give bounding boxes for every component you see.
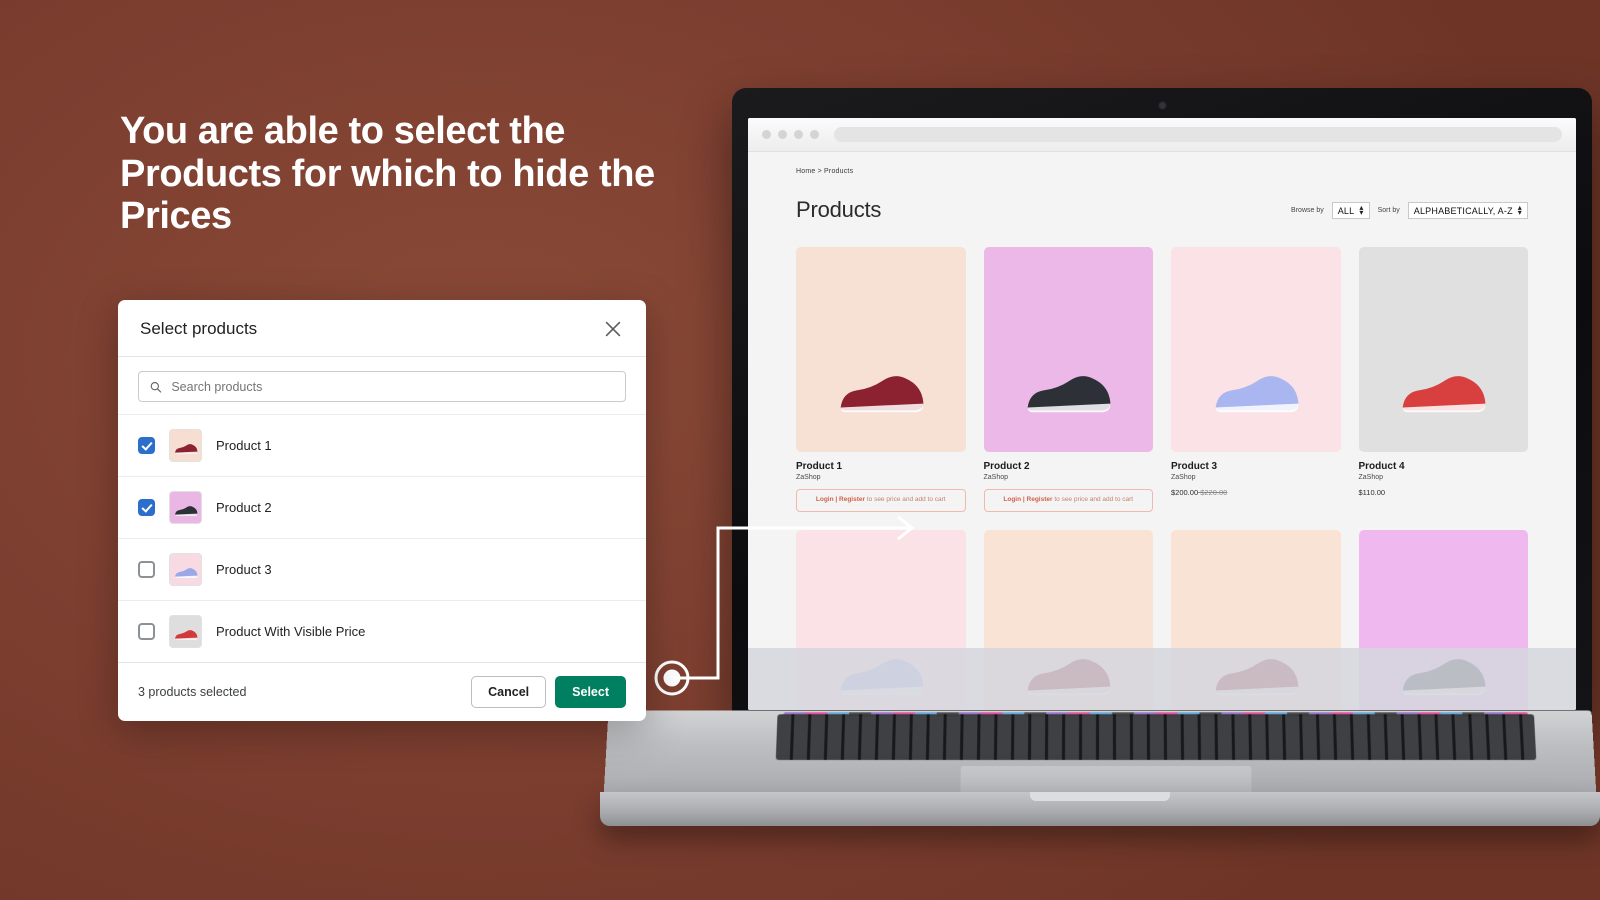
search-icon <box>150 381 162 393</box>
product-checkbox[interactable] <box>138 499 155 516</box>
product-list-item-label: Product 1 <box>216 438 272 453</box>
product-price: $110.00 <box>1358 488 1386 497</box>
login-to-see-price-notice[interactable]: Login | Register to see price and add to… <box>983 489 1153 512</box>
collection-filters: Browse by ALL ▴ ▾ Sort by ALPHABETICALLY,… <box>1291 202 1528 223</box>
product-list-item[interactable]: Product 2 <box>118 476 646 538</box>
product-list-item[interactable]: Product 1 <box>118 414 646 476</box>
shoe-illustration-icon <box>174 505 197 516</box>
window-dot-icon[interactable] <box>762 130 771 139</box>
selected-count: 3 products selected <box>138 685 247 699</box>
product-thumbnail <box>169 553 202 586</box>
product-checkbox[interactable] <box>138 561 155 578</box>
laptop-base <box>600 700 1600 828</box>
product-thumbnail <box>169 491 202 524</box>
product-card[interactable]: Product 2 ZaShop Login | Register to see p… <box>983 247 1154 512</box>
page-title: Products <box>796 197 882 222</box>
product-name[interactable]: Product 4 <box>1359 461 1529 472</box>
product-image[interactable] <box>1171 247 1341 452</box>
product-name[interactable]: Product 2 <box>984 461 1154 472</box>
laptop-notch <box>1030 792 1170 801</box>
browse-by-value: ALL <box>1337 205 1355 216</box>
modal-actions: Cancel Select <box>471 676 626 708</box>
product-vendor: ZaShop <box>983 474 1009 481</box>
login-to-see-price-notice[interactable]: Login | Register to see price and add to… <box>796 489 966 512</box>
product-thumbnail <box>169 429 202 462</box>
modal-footer: 3 products selected Cancel Select <box>118 662 646 721</box>
laptop-deck <box>603 710 1597 799</box>
select-button[interactable]: Select <box>555 676 626 708</box>
product-vendor: ZaShop <box>796 474 821 481</box>
collection-header: Products Browse by ALL ▴ ▾ Sort by ALPHAB… <box>796 197 1528 223</box>
breadcrumb[interactable]: Home > Products <box>796 168 1528 175</box>
search-field[interactable] <box>138 371 626 402</box>
cancel-button[interactable]: Cancel <box>471 676 547 708</box>
address-bar[interactable] <box>834 127 1562 142</box>
product-checkbox[interactable] <box>138 623 155 640</box>
window-dot-icon[interactable] <box>810 130 819 139</box>
product-list: Product 1 Product 2 Product 3 Product With … <box>118 414 646 662</box>
product-image[interactable] <box>983 247 1153 452</box>
product-vendor: ZaShop <box>1358 474 1384 481</box>
shoe-illustration-icon <box>1402 376 1486 413</box>
browse-by-label: Browse by <box>1291 207 1324 214</box>
shoe-illustration-icon <box>1215 376 1299 413</box>
login-register-link[interactable]: Login | Register <box>816 496 865 503</box>
keyboard-icon <box>775 714 1537 760</box>
product-card[interactable]: Product 4 ZaShop $110.00 <box>1358 247 1529 512</box>
browse-by-select[interactable]: ALL ▴ ▾ <box>1331 202 1370 219</box>
webcam-icon <box>1158 101 1167 110</box>
product-vendor: ZaShop <box>1171 474 1196 481</box>
laptop-screen: Home > Products Products Browse by ALL ▴… <box>748 118 1576 710</box>
product-price: $200.00 $220.00 <box>1171 488 1228 497</box>
product-image[interactable] <box>1358 247 1528 452</box>
search-input[interactable] <box>171 379 615 394</box>
product-checkbox[interactable] <box>138 437 155 454</box>
shoe-illustration-icon <box>1027 376 1111 413</box>
laptop-mockup: Home > Products Products Browse by ALL ▴… <box>600 88 1600 828</box>
product-name[interactable]: Product 3 <box>1171 461 1341 472</box>
product-compare-at-price: $220.00 <box>1198 488 1228 497</box>
window-dot-icon[interactable] <box>794 130 803 139</box>
product-card[interactable]: Product 1 ZaShop Login | Register to see p… <box>796 247 966 512</box>
product-card[interactable]: Product 3 ZaShop $200.00 $220.00 <box>1171 247 1341 512</box>
shoe-illustration-icon <box>174 443 197 454</box>
shoe-illustration-icon <box>174 629 197 640</box>
sort-by-value: ALPHABETICALLY, A-Z <box>1413 205 1513 216</box>
shoe-illustration-icon <box>840 376 924 413</box>
chevron-updown-icon: ▴ ▾ <box>1517 203 1522 217</box>
sort-by-select[interactable]: ALPHABETICALLY, A-Z ▴ ▾ <box>1407 202 1528 219</box>
product-list-item[interactable]: Product 3 <box>118 538 646 600</box>
modal-search-area <box>118 357 646 414</box>
laptop-front-edge <box>600 792 1600 826</box>
product-name[interactable]: Product 1 <box>796 461 966 472</box>
shoe-illustration-icon <box>174 567 197 578</box>
page-headline: You are able to select the Products for … <box>120 110 655 238</box>
close-icon[interactable] <box>602 318 624 340</box>
storefront-page: Home > Products Products Browse by ALL ▴… <box>748 152 1576 710</box>
product-list-item-label: Product With Visible Price <box>216 624 366 639</box>
product-image[interactable] <box>796 247 966 452</box>
product-list-item-label: Product 2 <box>216 500 272 515</box>
browser-chrome <box>748 118 1576 152</box>
chevron-updown-icon: ▴ ▾ <box>1359 203 1364 217</box>
product-list-item-label: Product 3 <box>216 562 272 577</box>
promo-banner: You are able to select the Products for … <box>0 0 1600 900</box>
login-register-link[interactable]: Login | Register <box>1003 496 1052 503</box>
select-products-modal: Select products Product 1Product 2Produc… <box>118 300 646 721</box>
product-thumbnail <box>169 615 202 648</box>
product-list-item[interactable]: Product With Visible Price <box>118 600 646 662</box>
product-grid: Product 1 ZaShop Login | Register to see p… <box>796 247 1528 512</box>
modal-header: Select products <box>118 300 646 357</box>
laptop-lid: Home > Products Products Browse by ALL ▴… <box>732 88 1592 718</box>
window-dot-icon[interactable] <box>778 130 787 139</box>
sort-by-label: Sort by <box>1377 207 1400 214</box>
modal-title: Select products <box>140 319 258 338</box>
